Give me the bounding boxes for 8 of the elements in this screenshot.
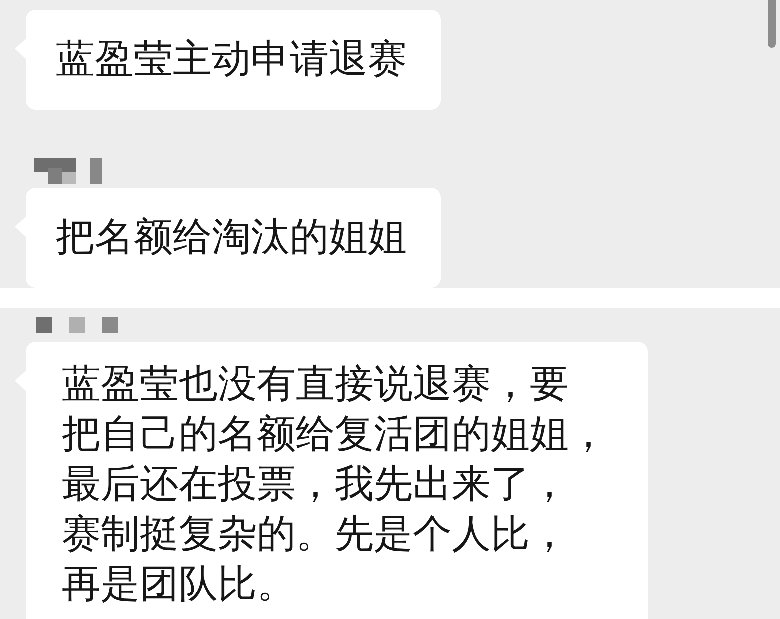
- message-text: 再是团队比。: [62, 561, 296, 609]
- message-text: 把自己的名额给复活团的姐姐，: [62, 411, 608, 459]
- message-text: 最后还在投票，我先出来了，: [62, 461, 569, 509]
- scrollbar: [768, 0, 776, 48]
- message-text: 蓝盈莹主动申请退赛: [56, 36, 407, 84]
- message-text: 把名额给淘汰的姐姐: [56, 214, 407, 262]
- message-text: 赛制挺复杂的。先是个人比，: [62, 511, 569, 559]
- message-text: 蓝盈莹也没有直接说退赛，要: [62, 361, 569, 409]
